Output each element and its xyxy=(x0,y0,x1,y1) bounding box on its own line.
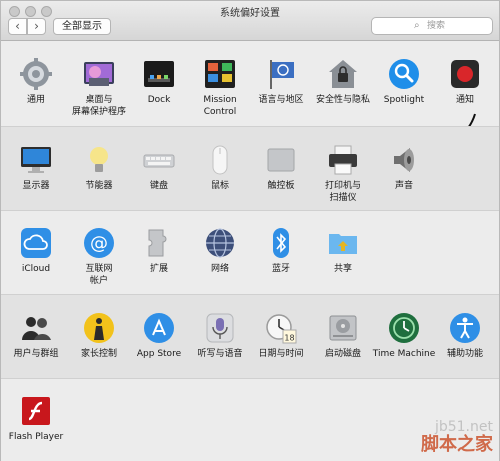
clock-calendar-icon: 18 xyxy=(266,314,297,344)
accessibility-icon xyxy=(450,313,480,343)
mission-control-icon xyxy=(205,60,235,88)
pane-label: 通知 xyxy=(455,95,474,105)
show-all-button[interactable]: 全部显示 xyxy=(53,18,111,35)
house-lock-icon xyxy=(329,60,357,88)
watermark: jb51.net 脚本之家 xyxy=(421,419,493,455)
trackpad-icon xyxy=(267,148,295,172)
search-field[interactable]: ⌕ 搜索 xyxy=(371,17,493,35)
watermark-name: 脚本之家 xyxy=(421,434,493,455)
pane-label: 声音 xyxy=(394,181,413,191)
internet-section: iCloud @ 互联网 帐户 扩展 网络 蓝牙 共享 xyxy=(1,210,499,294)
language-flag-icon xyxy=(270,60,294,89)
keyboard-icon xyxy=(143,154,175,168)
icloud-icon xyxy=(21,228,51,258)
pane-label: 共享 xyxy=(333,264,352,274)
spotlight-icon xyxy=(389,59,419,89)
mouse-icon xyxy=(212,145,228,175)
calendar-badge: 18 xyxy=(284,334,294,343)
globe-icon xyxy=(206,228,234,258)
pane-label: Flash Player xyxy=(8,432,64,442)
users-icon xyxy=(22,317,51,340)
speaker-icon xyxy=(394,148,414,172)
forward-button[interactable]: › xyxy=(27,18,46,35)
hardware-section: 显示器 节能器 键盘 鼠标 触控板 打印机与 扫描仪 声音 xyxy=(1,126,499,210)
lightbulb-icon xyxy=(90,147,108,172)
desktop-screensaver-icon xyxy=(84,62,114,86)
system-section: 用户与群组 家长控制 App Store 听写与语音 18 日期与时间 启动磁盘… xyxy=(1,294,499,378)
time-machine-icon xyxy=(389,313,419,343)
personal-section: 通用 桌面与 屏幕保护程序 Dock Mission Control 语言与地区… xyxy=(1,42,499,155)
bluetooth-icon xyxy=(273,228,289,258)
microphone-icon xyxy=(206,313,234,343)
search-placeholder: 搜索 xyxy=(427,21,446,31)
printer-icon xyxy=(329,145,357,175)
back-button[interactable]: ‹ xyxy=(8,18,27,35)
pane-label: 辅助功能 xyxy=(446,349,483,359)
parental-controls-icon xyxy=(84,313,114,343)
monitor-icon xyxy=(21,147,51,173)
dock-icon xyxy=(144,61,174,87)
hard-disk-icon xyxy=(329,315,357,341)
app-store-icon xyxy=(144,313,174,343)
shared-folder-icon xyxy=(329,234,357,254)
watermark-url: jb51.net xyxy=(434,419,493,435)
at-sign-icon: @ xyxy=(84,228,114,258)
gear-icon xyxy=(20,58,52,90)
notifications-icon xyxy=(451,60,479,88)
svg-text:@: @ xyxy=(90,233,108,254)
puzzle-icon xyxy=(148,229,167,257)
title-bar: 系统偏好设置 ‹ › 全部显示 ⌕ 搜索 xyxy=(1,1,499,41)
system-preferences-window: 系统偏好设置 ‹ › 全部显示 ⌕ 搜索 通用 桌面与 屏幕保护程序 Dock … xyxy=(0,0,500,461)
search-icon: ⌕ xyxy=(414,20,420,31)
flash-player-icon xyxy=(22,397,50,425)
